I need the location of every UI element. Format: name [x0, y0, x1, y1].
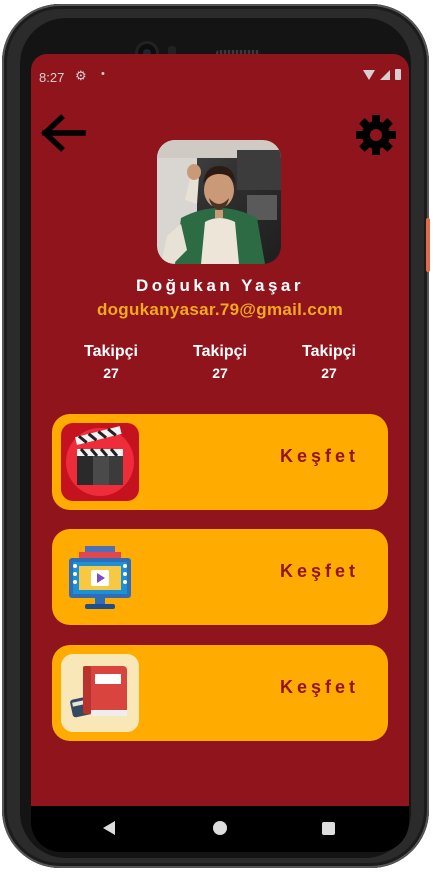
- books-icon: [61, 654, 139, 732]
- nav-home-icon[interactable]: [213, 821, 227, 835]
- explore-movies-card[interactable]: Keşfet: [52, 414, 388, 510]
- explore-books-card[interactable]: Keşfet: [52, 645, 388, 741]
- tv-play-icon: [61, 538, 139, 616]
- notification-dot-icon: •: [101, 68, 105, 80]
- stat-value: 27: [212, 365, 228, 381]
- gear-icon: [356, 115, 396, 155]
- battery-icon: [395, 69, 401, 80]
- system-nav-bar: [31, 806, 409, 852]
- status-time: 8:27: [39, 70, 65, 85]
- status-icons: [363, 69, 401, 80]
- back-button[interactable]: [39, 112, 87, 154]
- avatar[interactable]: [157, 140, 281, 264]
- profile-photo: [157, 140, 281, 264]
- arrow-left-icon: [40, 114, 86, 152]
- explore-label: Keşfet: [280, 677, 360, 697]
- explore-label: Keşfet: [280, 446, 360, 466]
- stat-label: Takipçi: [302, 343, 356, 360]
- clapperboard-icon: [61, 423, 139, 501]
- stat-item[interactable]: Takipçi 27: [175, 343, 265, 381]
- explore-tv-card[interactable]: Keşfet: [52, 529, 388, 625]
- wifi-icon: [363, 69, 375, 80]
- explore-label: Keşfet: [280, 561, 360, 581]
- stat-value: 27: [321, 365, 337, 381]
- stat-item[interactable]: Takipçi 27: [284, 343, 374, 381]
- stat-label: Takipçi: [193, 343, 247, 360]
- app-screen: 8:27 ⚙ • Doğukan Yaşar dogukanyasar.79@g…: [31, 54, 409, 806]
- stat-label: Takipçi: [84, 343, 138, 360]
- stat-value: 27: [103, 365, 119, 381]
- phone-side-button: [426, 218, 430, 272]
- status-bar: 8:27 ⚙ •: [31, 54, 409, 92]
- cell-signal-icon: [380, 69, 390, 80]
- nav-recents-icon[interactable]: [322, 822, 335, 835]
- profile-name: Doğukan Yaşar: [135, 276, 305, 295]
- stat-item[interactable]: Takipçi 27: [66, 343, 156, 381]
- settings-button[interactable]: [353, 112, 399, 158]
- nav-back-icon[interactable]: [103, 821, 115, 835]
- settings-gear-icon: ⚙: [75, 68, 87, 83]
- profile-email: dogukanyasar.79@gmail.com: [96, 300, 344, 319]
